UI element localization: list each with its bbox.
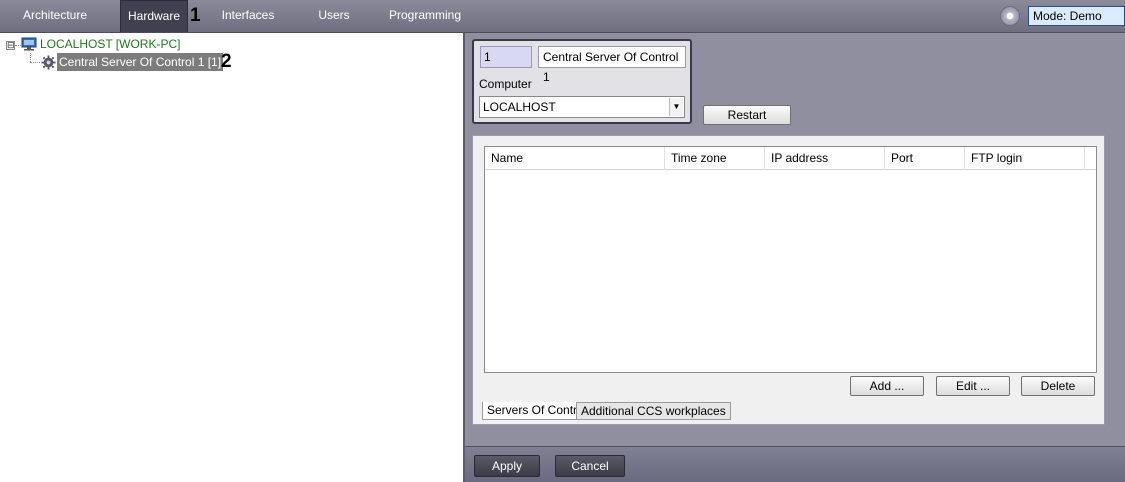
gear-icon <box>41 55 56 70</box>
tab-servers-of-control[interactable]: Servers Of Control <box>482 402 592 420</box>
tab-interfaces[interactable]: Interfaces <box>214 0 282 32</box>
object-name-field[interactable]: Central Server Of Control 1 <box>538 46 686 84</box>
settings-panel: 1 Central Server Of Control 1 Computer L… <box>463 33 1125 482</box>
column-header-ftp-login[interactable]: FTP login <box>965 147 1085 170</box>
callout-2: 2 <box>221 51 232 72</box>
object-header: 1 Central Server Of Control 1 Computer L… <box>472 39 692 124</box>
servers-box: Name Time zone IP address Port FTP login… <box>472 135 1105 425</box>
restart-button[interactable]: Restart <box>703 105 791 125</box>
tree-node-selected[interactable]: Central Server Of Control 1 [1] <box>57 53 224 71</box>
computer-select[interactable]: LOCALHOST ▼ <box>479 96 685 118</box>
table-header: Name Time zone IP address Port FTP login <box>485 147 1096 170</box>
computer-label: Computer <box>479 77 532 91</box>
tree-connector <box>30 62 40 63</box>
chevron-down-icon[interactable]: ▼ <box>669 98 683 116</box>
edit-button[interactable]: Edit ... <box>936 376 1010 396</box>
tree-expander-icon[interactable]: ⊟ <box>6 41 15 50</box>
cancel-button[interactable]: Cancel <box>555 455 625 477</box>
object-id-field[interactable]: 1 <box>480 46 532 68</box>
add-button[interactable]: Add ... <box>850 376 924 396</box>
mode-gear-icon[interactable] <box>1000 6 1020 26</box>
object-tree: ⊟ LOCALHOST [WORK-PC] Central Server Of … <box>0 33 463 482</box>
top-navigation-bar: Architecture Hardware Interfaces Users P… <box>0 0 1125 33</box>
column-header-time-zone[interactable]: Time zone <box>665 147 765 170</box>
tree-connector <box>30 53 31 62</box>
servers-table[interactable]: Name Time zone IP address Port FTP login <box>484 146 1097 373</box>
tab-hardware[interactable]: Hardware <box>120 0 188 32</box>
apply-button[interactable]: Apply <box>474 455 540 477</box>
footer-bar: Apply Cancel <box>465 446 1125 482</box>
column-header-name[interactable]: Name <box>485 147 665 170</box>
tab-programming[interactable]: Programming <box>386 0 464 32</box>
tab-architecture[interactable]: Architecture <box>16 0 94 32</box>
column-header-ip-address[interactable]: IP address <box>765 147 885 170</box>
tab-additional-ccs-workplaces[interactable]: Additional CCS workplaces <box>576 402 731 420</box>
callout-1: 1 <box>190 5 201 26</box>
mode-indicator[interactable]: Mode: Demo <box>1028 6 1125 26</box>
bottom-tabs: Servers Of Control Additional CCS workpl… <box>482 402 1082 420</box>
delete-button[interactable]: Delete <box>1021 376 1095 396</box>
computer-icon <box>21 37 37 51</box>
tree-host-label[interactable]: LOCALHOST [WORK-PC] <box>40 37 180 51</box>
column-header-port[interactable]: Port <box>885 147 965 170</box>
computer-select-value: LOCALHOST <box>483 100 556 114</box>
tab-users[interactable]: Users <box>308 0 360 32</box>
